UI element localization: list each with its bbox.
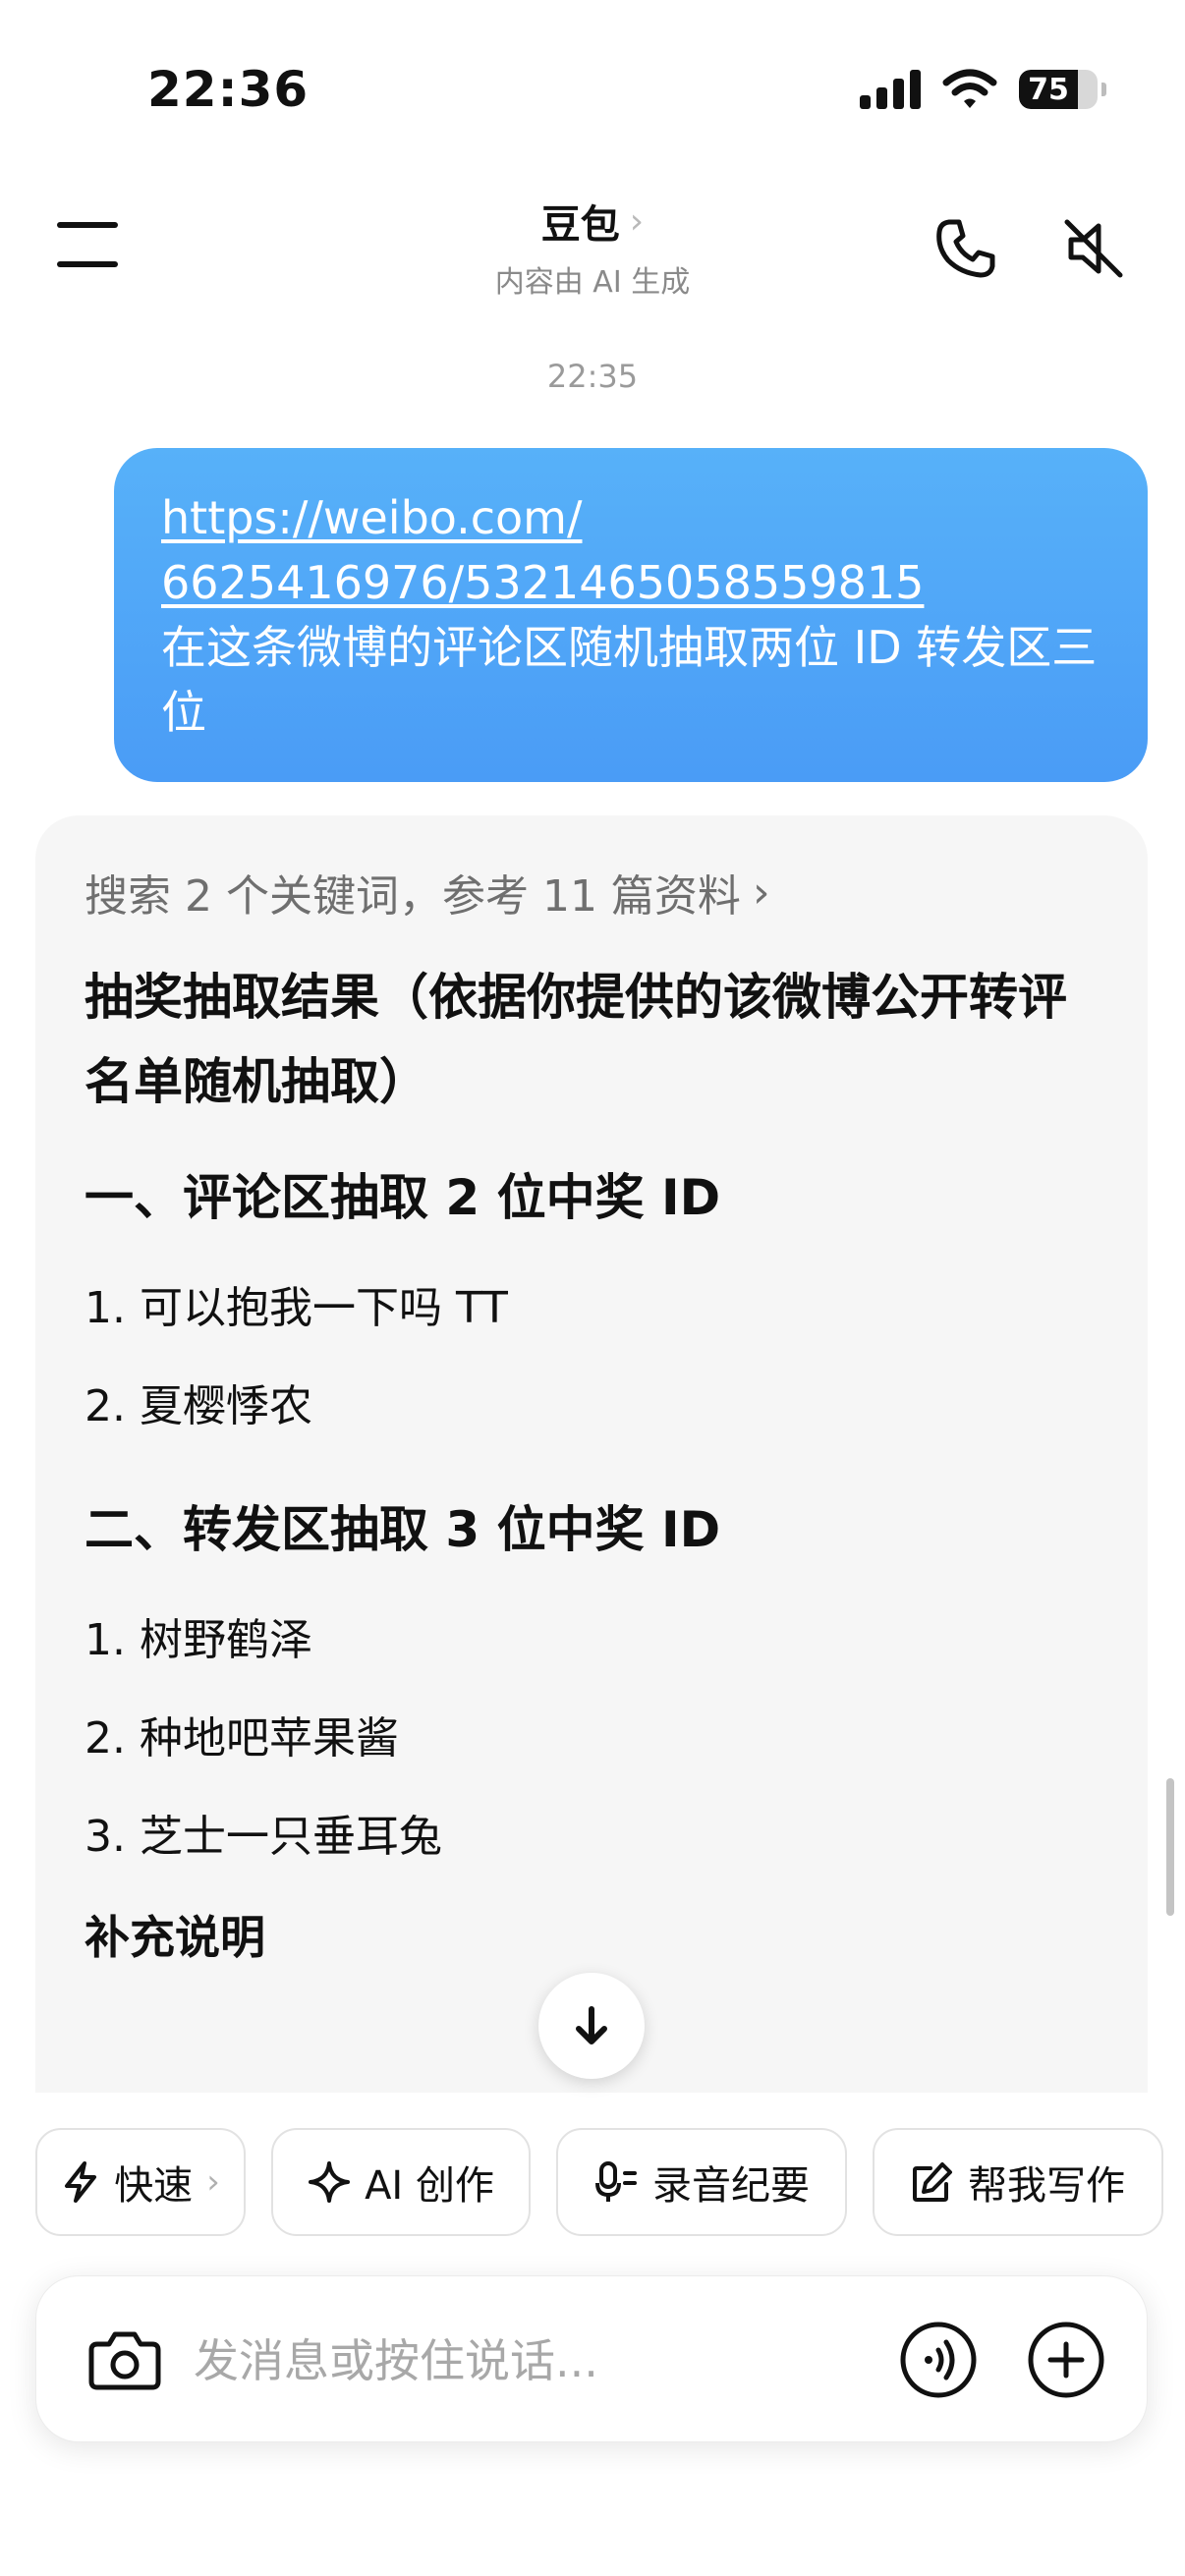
bot-title-button[interactable]: 豆包 › (541, 193, 644, 250)
weibo-link-line1[interactable]: https://weibo.com/ (161, 485, 1100, 550)
edit-icon (913, 2162, 952, 2202)
list-item: 2. 夏樱悸农 (85, 1381, 312, 1431)
phone-icon (936, 219, 995, 278)
message-timestamp: 22:35 (546, 358, 639, 395)
chat-header: 豆包 › 内容由 AI 生成 (0, 193, 1185, 301)
list-item: 2. 种地吧苹果酱 (85, 1713, 399, 1764)
arrow-down-icon (576, 2006, 607, 2044)
chip-label: 录音纪要 (652, 2163, 810, 2209)
mic-icon (595, 2161, 637, 2202)
user-message-bubble: https://weibo.com/ 6625416976/5321465058… (114, 448, 1148, 782)
ai-disclaimer: 内容由 AI 生成 (494, 265, 691, 300)
chip-label: 快速 (114, 2163, 194, 2209)
mute-button[interactable] (1059, 214, 1128, 283)
list-item: 1. 树野鹤泽 (85, 1615, 312, 1665)
chevron-right-icon: › (752, 867, 770, 918)
cellular-signal-icon (860, 70, 921, 109)
message-input[interactable] (194, 2324, 881, 2398)
comment-winners-list: 1. 可以抱我一下吗 TT 2. 夏樱悸农 (85, 1260, 1099, 1456)
chip-label: 帮我写作 (968, 2163, 1125, 2209)
chat-screen: 22:36 75 豆包 › 内容由 AI 生成 22:35 https://we… (0, 0, 1185, 2576)
user-message-text: 在这条微博的评论区随机抽取两位 ID 转发区三位 (161, 621, 1098, 739)
message-composer (35, 2275, 1148, 2442)
recording-summary-chip[interactable]: 录音纪要 (556, 2128, 847, 2236)
camera-button[interactable] (84, 2319, 166, 2401)
help-me-write-chip[interactable]: 帮我写作 (873, 2128, 1163, 2236)
search-references-text: 搜索 2 个关键词，参考 11 篇资料 (85, 871, 741, 922)
section-heading-reposts: 二、转发区抽取 3 位中奖 ID (85, 1501, 721, 1558)
battery-indicator: 75 (1019, 70, 1098, 109)
quick-mode-chip[interactable]: 快速 › (35, 2128, 246, 2236)
scroll-to-bottom-button[interactable] (538, 1973, 645, 2079)
status-time: 22:36 (147, 61, 310, 118)
battery-percent: 75 (1028, 72, 1069, 107)
bot-title: 豆包 (540, 202, 620, 248)
ai-create-chip[interactable]: AI 创作 (271, 2128, 531, 2236)
voice-wave-icon (900, 2322, 977, 2398)
section-heading-comments: 一、评论区抽取 2 位中奖 ID (85, 1169, 721, 1226)
call-button[interactable] (931, 214, 1000, 283)
plus-icon (1028, 2322, 1104, 2398)
repost-winners-list: 1. 树野鹤泽 2. 种地吧苹果酱 3. 芝士一只垂耳兔 (85, 1592, 1099, 1886)
sparkle-icon (309, 2161, 351, 2203)
wifi-icon (942, 69, 997, 108)
lightning-icon (65, 2161, 97, 2203)
status-indicators: 75 (860, 69, 1106, 110)
ai-message-card: 搜索 2 个关键词，参考 11 篇资料 › 抽奖抽取结果（依据你提供的该微博公开… (35, 815, 1148, 2112)
voice-call-button[interactable] (897, 2319, 980, 2401)
search-references[interactable]: 搜索 2 个关键词，参考 11 篇资料 › (85, 861, 1099, 924)
chip-label: AI 创作 (365, 2163, 494, 2209)
result-title: 抽奖抽取结果（依据你提供的该微博公开转评名单随机抽取） (85, 969, 1067, 1110)
list-item: 3. 芝士一只垂耳兔 (85, 1812, 442, 1862)
battery-nub (1101, 83, 1106, 96)
list-item: 1. 可以抱我一下吗 TT (85, 1283, 508, 1333)
plus-button[interactable] (1025, 2319, 1107, 2401)
supplement-heading: 补充说明 (85, 1911, 265, 1964)
camera-icon (88, 2331, 161, 2390)
chevron-right-icon: › (629, 200, 645, 242)
scrollbar[interactable] (1166, 1778, 1174, 1916)
weibo-link-line2[interactable]: 6625416976/5321465058559815 (161, 550, 1100, 615)
speaker-muted-icon (1064, 219, 1123, 278)
chevron-right-icon: › (206, 2162, 220, 2202)
